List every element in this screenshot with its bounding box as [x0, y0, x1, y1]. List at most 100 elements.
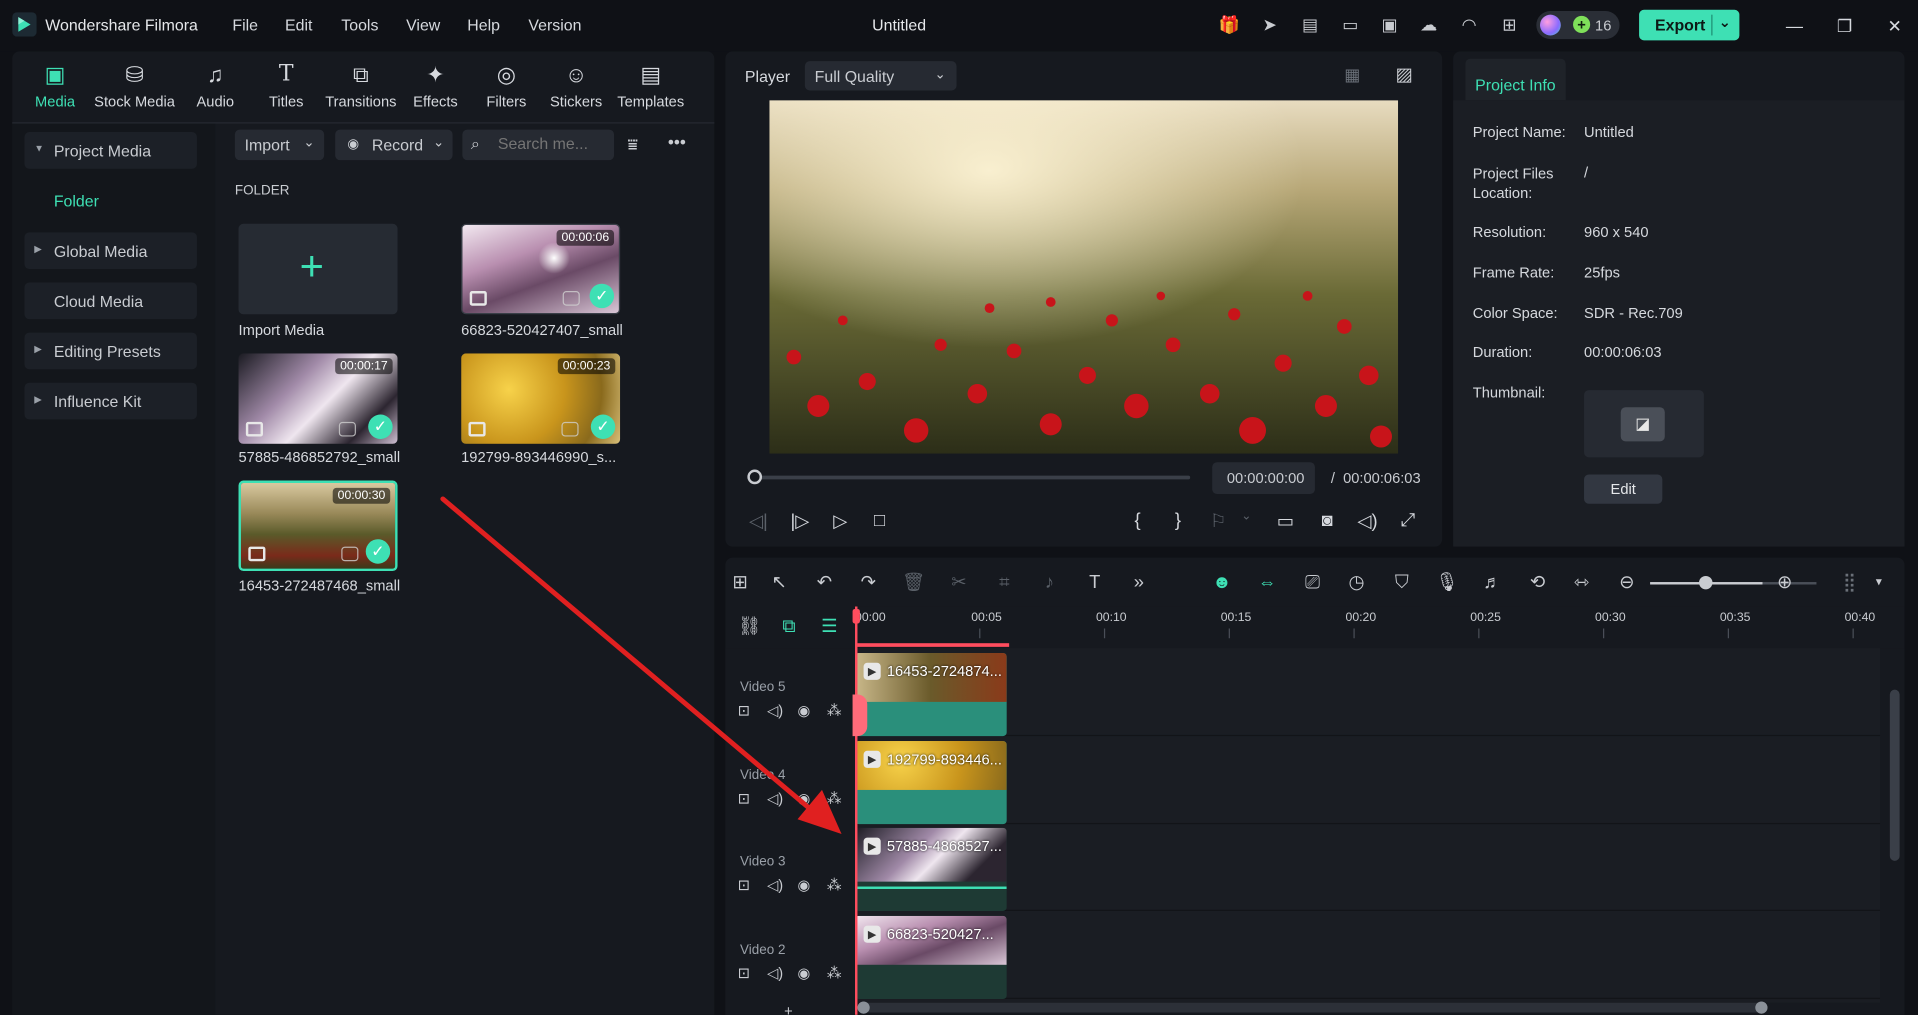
media-card-selected[interactable]: 00:00:30 ✓	[238, 480, 398, 572]
zoom-slider-handle[interactable]	[1699, 575, 1713, 590]
cloud-upload-icon[interactable]: ☁	[1418, 13, 1440, 35]
filter-sort-icon[interactable]: ⩸	[628, 135, 638, 156]
timeline-clip[interactable]: ▶ 192799-893446...	[855, 741, 1007, 825]
render-preview-icon[interactable]: ⟲	[1524, 570, 1551, 597]
credits-badge[interactable]: + 16	[1536, 11, 1620, 40]
screen-icon[interactable]: ▭	[1339, 13, 1361, 35]
lock-icon[interactable]: ⊡	[738, 877, 750, 894]
media-card[interactable]: 00:00:23 ✓	[461, 353, 621, 444]
undo-icon[interactable]: ↶	[811, 570, 838, 597]
tab-transitions[interactable]: ⧉ Transitions	[323, 61, 399, 120]
audio-edit-icon[interactable]: ♪	[1036, 570, 1063, 597]
select-pointer-icon[interactable]: ↖	[766, 570, 793, 597]
volume-icon[interactable]: ◁)	[767, 702, 783, 719]
speed-icon[interactable]: ◷	[1343, 570, 1370, 597]
lock-icon[interactable]: ⊡	[738, 790, 750, 807]
more-tools-icon[interactable]: »	[1125, 570, 1152, 597]
restore-icon[interactable]: ❐	[1831, 12, 1858, 39]
sidebar-item-cloud-media[interactable]: Cloud Media	[24, 282, 197, 320]
save-icon[interactable]: ▣	[1379, 13, 1401, 35]
import-dropdown[interactable]: Import ⌄	[234, 129, 325, 161]
chevron-down-icon[interactable]: ⌄	[303, 135, 314, 151]
menu-tools[interactable]: Tools	[341, 16, 378, 34]
cut-icon[interactable]: ✂	[946, 570, 973, 597]
sidebar-item-folder[interactable]: Folder	[54, 192, 99, 210]
display-icon[interactable]: ▭	[1273, 510, 1297, 532]
vertical-scrollbar[interactable]	[1889, 689, 1900, 861]
tab-audio[interactable]: ♫ Audio	[193, 61, 237, 120]
add-track-icon[interactable]: +	[784, 1003, 793, 1015]
sidebar-item-influence-kit[interactable]: ▶ Influence Kit	[24, 382, 197, 420]
add-credits-icon[interactable]: +	[1573, 15, 1591, 34]
tab-effects[interactable]: ✦ Effects	[411, 61, 460, 120]
timeline-clip[interactable]: ▶ 16453-2724874...	[855, 652, 1007, 737]
mark-out-icon[interactable]: }	[1166, 510, 1190, 531]
next-frame-icon[interactable]: |▷	[788, 510, 812, 532]
horizontal-scrollbar[interactable]	[859, 1002, 1766, 1013]
tab-stock-media[interactable]: ⛁ Stock Media	[93, 61, 176, 120]
close-icon[interactable]: ✕	[1881, 12, 1908, 39]
chevron-down-icon[interactable]: ▾	[1865, 570, 1892, 597]
redo-icon[interactable]: ↷	[855, 570, 882, 597]
eye-icon[interactable]: ◉	[798, 790, 811, 807]
chevron-down-icon[interactable]: ⌄	[935, 66, 946, 82]
track-manage-icon[interactable]: ☰	[816, 614, 843, 641]
tab-filters[interactable]: ◎ Filters	[484, 61, 528, 120]
magic-wand-icon[interactable]: ⁂	[827, 702, 842, 719]
edit-thumbnail-button[interactable]: Edit	[1584, 474, 1663, 504]
chevron-down-icon[interactable]: ⌄	[1234, 510, 1258, 523]
scrubber-handle[interactable]	[747, 469, 763, 485]
scrollbar-right-handle[interactable]	[1755, 1001, 1768, 1014]
volume-icon[interactable]: ◁)	[767, 877, 783, 894]
record-dropdown[interactable]: ◉ Record ⌄	[335, 129, 453, 161]
layout-icon[interactable]: ⊞	[727, 570, 754, 597]
volume-icon[interactable]: ◁)	[767, 965, 783, 982]
expand-triangle-icon[interactable]: ▶	[34, 243, 42, 254]
thumbnail-box[interactable]: ◪	[1584, 390, 1704, 458]
magic-wand-icon[interactable]: ⁂	[827, 965, 842, 982]
playhead-handle[interactable]	[852, 608, 860, 624]
text-icon[interactable]: T	[1081, 570, 1108, 597]
snap-icon[interactable]: ⇔	[1254, 570, 1281, 597]
menu-edit[interactable]: Edit	[285, 16, 312, 34]
expand-triangle-icon[interactable]: ▶	[34, 394, 42, 405]
media-card[interactable]: 00:00:17 ✓	[238, 353, 398, 444]
eye-icon[interactable]: ◉	[798, 965, 811, 982]
clipboard-icon[interactable]: ▤	[1299, 13, 1321, 35]
tab-media[interactable]: ▣ Media	[29, 61, 80, 120]
chevron-down-icon[interactable]: ⌄	[1719, 13, 1731, 30]
playhead[interactable]	[855, 606, 858, 1015]
snapshot-icon[interactable]: ◙	[1315, 510, 1339, 531]
zoom-in-icon[interactable]: ⊕	[1771, 570, 1798, 597]
stop-icon[interactable]: □	[867, 510, 891, 531]
magic-wand-icon[interactable]: ⁂	[827, 790, 842, 807]
current-time-field[interactable]: 00:00:00:00	[1212, 462, 1315, 495]
crop-icon[interactable]: ⌗	[991, 570, 1018, 597]
tab-project-info[interactable]: Project Info	[1465, 58, 1566, 101]
link-icon[interactable]: ⛓	[736, 614, 763, 641]
prev-frame-icon[interactable]: ◁|	[746, 510, 770, 532]
search-box[interactable]: ⌕	[462, 129, 615, 161]
lock-icon[interactable]: ⊡	[738, 965, 750, 982]
marker-icon[interactable]: ⚐	[1206, 510, 1230, 532]
chevron-down-icon[interactable]: ⌄	[433, 135, 444, 151]
export-button[interactable]: Export ⌄	[1639, 9, 1740, 41]
ai-assistant-icon[interactable]: ☻	[1209, 570, 1236, 597]
scrollbar-left-handle[interactable]	[857, 1001, 870, 1014]
expand-triangle-icon[interactable]: ▼	[34, 143, 44, 154]
track-layout-icon[interactable]: ⣿	[1836, 570, 1863, 597]
timeline-clip[interactable]: ▶ 57885-4868527...	[855, 827, 1007, 911]
sidebar-item-project-media[interactable]: ▼ Project Media	[24, 132, 197, 169]
tab-titles[interactable]: T Titles	[264, 61, 308, 120]
tab-stickers[interactable]: ☺ Stickers	[548, 61, 604, 120]
send-icon[interactable]: ➤	[1259, 13, 1281, 35]
lock-icon[interactable]: ⊡	[738, 702, 750, 719]
quality-dropdown[interactable]: Full Quality ⌄	[804, 61, 957, 91]
zoom-out-icon[interactable]: ⊖	[1613, 570, 1640, 597]
sidebar-item-editing-presets[interactable]: ▶ Editing Presets	[24, 332, 197, 370]
eye-icon[interactable]: ◉	[798, 702, 811, 719]
eye-icon[interactable]: ◉	[798, 877, 811, 894]
playhead-marker[interactable]	[852, 694, 868, 737]
tab-templates[interactable]: ▤ Templates	[614, 61, 687, 120]
menu-view[interactable]: View	[406, 16, 440, 34]
